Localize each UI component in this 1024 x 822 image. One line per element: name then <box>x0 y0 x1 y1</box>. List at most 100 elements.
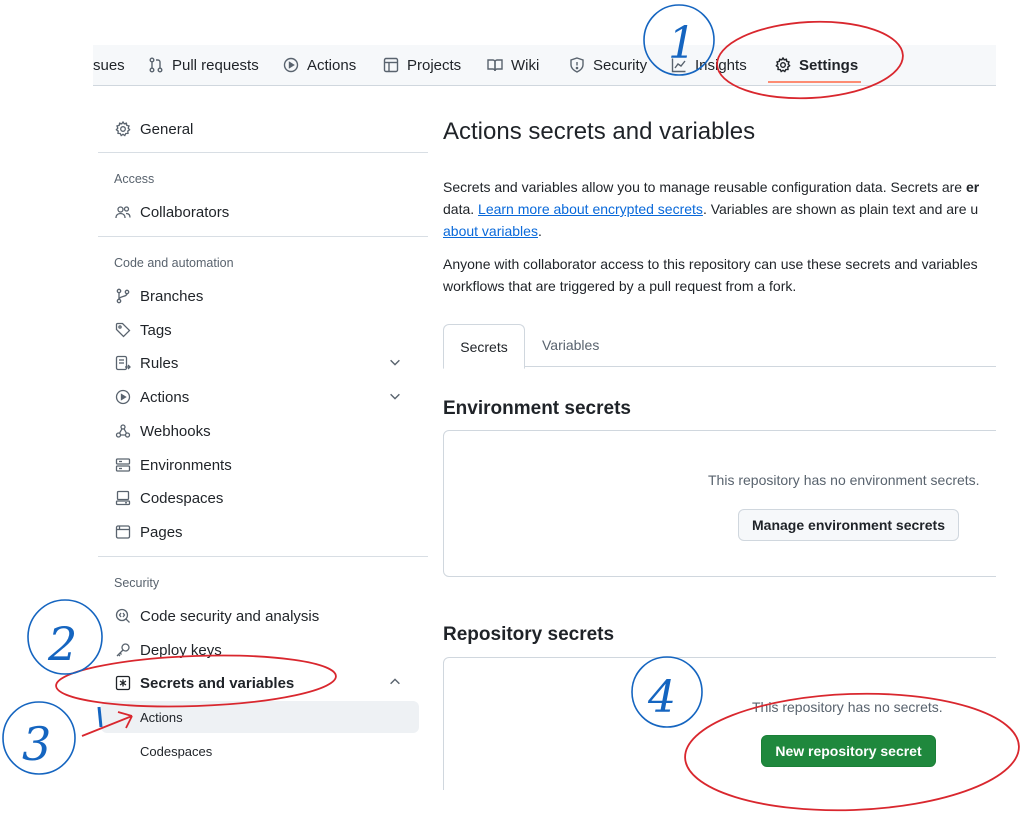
play-icon <box>283 57 299 73</box>
codescan-icon <box>115 608 130 623</box>
sidebar-item-label: General <box>140 120 194 138</box>
sidebar-item-tags[interactable]: Tags <box>98 315 418 345</box>
environment-secrets-heading: Environment secrets <box>443 398 631 419</box>
section-heading-code-automation: Code and automation <box>114 256 234 270</box>
repo-nav: sues Pull requests Actions Projects Wiki… <box>93 45 996 86</box>
main-content: Actions secrets and variables Secrets an… <box>443 100 996 790</box>
annotation-circle-2 <box>27 599 103 675</box>
rules-icon <box>115 355 131 371</box>
description-line-2: data. Learn more about encrypted secrets… <box>443 198 996 220</box>
environment-secrets-box: This repository has no environment secre… <box>443 430 996 577</box>
key-icon <box>116 643 130 657</box>
sidebar-item-label: Branches <box>140 287 204 305</box>
sidebar-item-label: Secrets and variables <box>140 674 295 692</box>
description-text-bold: er <box>965 179 980 195</box>
description-line-3: about variables. <box>443 220 996 242</box>
sidebar-subitem-codespaces[interactable]: Codespaces <box>101 735 419 767</box>
graph-icon <box>671 58 686 73</box>
sidebar-item-webhooks[interactable]: Webhooks <box>98 416 418 446</box>
tab-pull-requests[interactable]: Pull requests <box>148 45 259 85</box>
divider <box>98 556 428 557</box>
tab-label: sues <box>93 56 125 74</box>
description-text: . Variables are shown as plain text and … <box>702 201 979 217</box>
sidebar-item-secrets-variables[interactable]: Secrets and variables <box>98 668 418 698</box>
chevron-down-icon[interactable] <box>388 389 402 403</box>
tab-security[interactable]: Security <box>569 45 647 85</box>
sidebar-item-label: Pages <box>140 523 183 541</box>
sidebar-subitem-actions[interactable]: Actions <box>101 701 419 733</box>
tab-issues[interactable]: sues <box>93 45 125 85</box>
tab-insights[interactable]: Insights <box>671 45 747 85</box>
tab-settings[interactable]: Settings <box>775 45 858 85</box>
play-icon <box>115 389 131 405</box>
sidebar-item-codespaces[interactable]: Codespaces <box>98 483 418 513</box>
tab-label: Wiki <box>511 56 540 74</box>
tab-label: Actions <box>307 56 357 74</box>
secrets-variables-tabs: Secrets Variables <box>443 324 996 369</box>
asterisk-box-icon <box>115 675 131 691</box>
repository-secrets-box: This repository has no secrets. New repo… <box>443 657 996 790</box>
webhook-icon <box>115 424 131 438</box>
tab-actions[interactable]: Actions <box>283 45 356 85</box>
tab-projects[interactable]: Projects <box>383 45 461 85</box>
sidebar-item-deploy-keys[interactable]: Deploy keys <box>98 635 418 665</box>
settings-sidebar: General Access Collaborators Code and au… <box>98 100 428 790</box>
tag-icon <box>115 322 131 338</box>
divider <box>98 152 428 153</box>
chevron-down-icon[interactable] <box>388 355 402 369</box>
sidebar-item-branches[interactable]: Branches <box>98 281 418 311</box>
sidebar-item-label: Actions <box>140 388 190 406</box>
gear-icon <box>775 57 791 73</box>
sidebar-item-collaborators[interactable]: Collaborators <box>98 197 418 227</box>
repository-secrets-empty-text: This repository has no secrets. <box>752 699 943 715</box>
section-heading-security: Security <box>114 576 160 590</box>
book-icon <box>487 59 503 72</box>
learn-more-secrets-link[interactable]: Learn more about encrypted secrets <box>478 201 703 217</box>
shield-icon <box>570 57 584 73</box>
table-icon <box>383 57 399 73</box>
page-title: Actions secrets and variables <box>443 118 756 145</box>
codespaces-icon <box>115 490 131 506</box>
manage-environment-secrets-button[interactable]: Manage environment secrets <box>738 509 959 541</box>
sidebar-item-pages[interactable]: Pages <box>98 517 418 547</box>
chevron-up-icon[interactable] <box>388 675 402 689</box>
section-heading-access: Access <box>114 172 155 186</box>
description-line-5: workflows that are triggered by a pull r… <box>443 278 797 294</box>
sidebar-item-code-security[interactable]: Code security and analysis <box>98 601 418 631</box>
sidebar-item-environments[interactable]: Environments <box>98 450 418 480</box>
sidebar-item-label: Tags <box>140 321 172 339</box>
description-text: . <box>537 223 542 239</box>
server-icon <box>115 458 131 472</box>
sidebar-item-general[interactable]: General <box>98 114 418 144</box>
tab-wiki[interactable]: Wiki <box>487 45 539 85</box>
sidebar-item-label: Rules <box>140 354 179 372</box>
about-variables-link[interactable]: about variables <box>443 223 538 239</box>
annotation-number-2: 2 <box>47 617 77 671</box>
tab-label: Settings <box>799 56 859 74</box>
tab-label: Pull requests <box>172 56 259 74</box>
selected-tab-underline <box>768 81 861 83</box>
sidebar-item-label: Codespaces <box>140 743 213 759</box>
description-text: data. <box>443 201 479 217</box>
gear-icon <box>115 121 131 137</box>
description-text: Secrets and variables allow you to manag… <box>443 179 966 195</box>
sidebar-item-label: Environments <box>140 456 232 474</box>
environment-secrets-empty-text: This repository has no environment secre… <box>708 472 980 488</box>
browser-icon <box>115 525 131 539</box>
pull-request-icon <box>149 57 163 73</box>
sidebar-item-label: Codespaces <box>140 489 224 507</box>
sidebar-item-label: Webhooks <box>140 422 211 440</box>
tab-variables[interactable]: Variables <box>542 324 599 366</box>
tab-label: Insights <box>695 56 747 74</box>
tab-secrets[interactable]: Secrets <box>443 324 525 369</box>
tab-label: Projects <box>407 56 462 74</box>
description-line-4: Anyone with collaborator access to this … <box>443 256 978 272</box>
sidebar-item-actions[interactable]: Actions <box>98 382 418 412</box>
repository-secrets-heading: Repository secrets <box>443 624 615 645</box>
divider <box>98 236 428 237</box>
sidebar-item-label: Code security and analysis <box>140 607 320 625</box>
sidebar-item-label: Deploy keys <box>140 641 222 659</box>
annotation-circle-3 <box>2 701 76 775</box>
new-repository-secret-button[interactable]: New repository secret <box>761 735 936 767</box>
sidebar-item-rules[interactable]: Rules <box>98 348 418 378</box>
